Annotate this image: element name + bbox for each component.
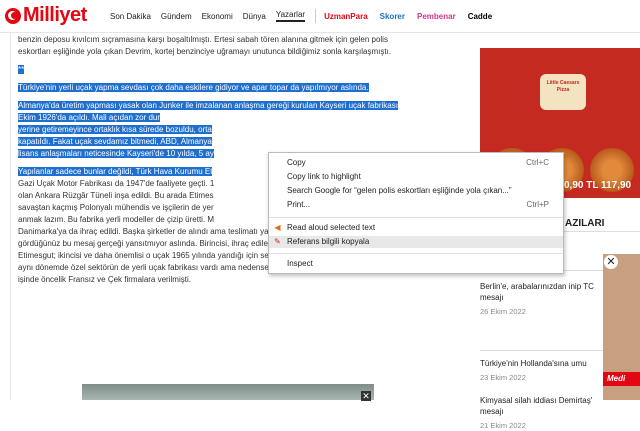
menu-item-print[interactable]: Print... Ctrl+P — [269, 199, 563, 211]
nav-ekonomi[interactable]: Ekonomi — [202, 12, 233, 21]
logo-text: Milliyet — [23, 4, 87, 26]
news-title[interactable]: Berlin'e, arabalarınızdan inip TC mesajı — [480, 281, 610, 303]
menu-item-label: Inspect — [287, 259, 313, 268]
nav-uzmanpara[interactable]: UzmanPara — [324, 12, 368, 21]
main-nav: Son Dakika Gündem Ekonomi Dünya Yazarlar… — [110, 0, 504, 32]
menu-item-label: Search Google for “gelen polis eskortlar… — [287, 186, 512, 195]
menu-item-referans-kopyala[interactable]: ✎ Referans bilgili kopyala — [269, 236, 563, 248]
nav-yazarlar[interactable]: Yazarlar — [275, 10, 306, 22]
news-title[interactable]: Kimyasal silah iddiası Demirtaş' mesajı — [480, 395, 610, 417]
pen-icon: ✎ — [274, 237, 281, 246]
news-date: 23 Ekim 2022 — [480, 373, 526, 382]
article-paragraph: Türkiye'nin yerli uçak yapma sevdası çok… — [18, 82, 406, 94]
paragraph-text: savaştan kaçmış Polonyalı mühendis ve iş… — [18, 203, 214, 212]
floating-video-ad[interactable]: Medi — [603, 254, 640, 400]
selected-text: Yapılanlar sadece bunlar değildi, Türk H… — [18, 167, 213, 176]
ad-price-strip: 0,90 TL 117,90 — [564, 180, 632, 191]
nav-gundem[interactable]: Gündem — [161, 12, 192, 21]
paragraph-text: Gazi Uçak Motor Fabrikası da 1947'de faa… — [18, 179, 215, 188]
article-paragraph: Almanya'da üretim yapması yasak olan Jun… — [18, 100, 406, 160]
selected-text: kapatıldı. Fakat uçak sevdamız bitmedi, … — [18, 137, 212, 146]
selected-text: ** — [18, 65, 25, 74]
menu-item-label: Copy — [287, 158, 306, 167]
selected-text: lisans anlaşmaları neticesinde Kayseri'd… — [18, 149, 214, 158]
paragraph-text: anmak lazım. Bu fabrika yerli modeller d… — [18, 215, 215, 224]
top-navigation-bar: Milliyet Son Dakika Gündem Ekonomi Dünya… — [0, 0, 640, 33]
menu-item-label: Read aloud selected text — [287, 223, 376, 232]
menu-item-copy-link-to-highlight[interactable]: Copy link to highlight — [269, 171, 563, 183]
nav-skorer[interactable]: Skorer — [380, 12, 405, 21]
news-divider — [480, 350, 610, 351]
video-ad-brand: Medi — [603, 372, 640, 386]
news-item[interactable]: Türkiye'nin Hollanda'sına umu 23 Ekim 20… — [480, 358, 610, 383]
flag-icon — [5, 7, 21, 24]
video-close-button[interactable]: ✕ — [604, 255, 618, 269]
news-item[interactable]: Berlin'e, arabalarınızdan inip TC mesajı… — [480, 281, 610, 317]
menu-item-label: Print... — [287, 200, 311, 209]
inline-ad-image[interactable] — [82, 384, 374, 400]
menu-separator — [269, 217, 563, 218]
selected-text: yerine getiremeyince ortaklık kısa süred… — [18, 125, 212, 134]
news-date: 21 Ekim 2022 — [480, 421, 526, 430]
menu-item-copy[interactable]: Copy Ctrl+C — [269, 157, 563, 169]
pizza-logo: Little Caesars Pizza — [540, 74, 586, 110]
context-menu: Copy Ctrl+C Copy link to highlight Searc… — [268, 152, 564, 274]
article-paragraph: benzin deposu kıvılcım sıçramasına karşı… — [18, 34, 406, 58]
nav-pembenar[interactable]: Pembenar — [417, 12, 456, 21]
menu-item-shortcut: Ctrl+P — [526, 200, 549, 209]
nav-cadde[interactable]: Cadde — [468, 12, 492, 21]
menu-item-label: Copy link to highlight — [287, 172, 361, 181]
menu-item-inspect[interactable]: Inspect — [269, 258, 563, 270]
menu-item-label: Referans bilgili kopyala — [287, 237, 370, 246]
paragraph-text: benzin deposu kıvılcım sıçramasına karşı… — [18, 35, 392, 56]
menu-item-read-aloud[interactable]: ◀ Read aloud selected text — [269, 222, 563, 234]
nav-divider — [315, 9, 317, 23]
menu-item-search-google[interactable]: Search Google for “gelen polis eskortlar… — [269, 185, 563, 197]
news-title[interactable]: Türkiye'nin Hollanda'sına umu — [480, 358, 610, 369]
news-date: 26 Ekim 2022 — [480, 307, 526, 316]
paragraph-text: olan Ankara Rüzgâr Tüneli inşa edildi. B… — [18, 191, 214, 200]
nav-dunya[interactable]: Dünya — [243, 12, 266, 21]
left-gutter-line — [10, 32, 11, 400]
selected-text: Almanya'da üretim yapması yasak olan Jun… — [18, 101, 398, 122]
menu-item-shortcut: Ctrl+C — [526, 158, 549, 167]
nav-son-dakika[interactable]: Son Dakika — [110, 12, 151, 21]
news-item[interactable]: Kimyasal silah iddiası Demirtaş' mesajı … — [480, 395, 610, 431]
rail-section-title: AZILARI — [565, 218, 605, 229]
selected-text: Türkiye'nin yerli uçak yapma sevdası çok… — [18, 83, 369, 92]
speaker-icon: ◀ — [274, 223, 281, 232]
menu-separator — [269, 253, 563, 254]
article-paragraph: ** — [18, 64, 406, 76]
milliyet-logo[interactable]: Milliyet — [5, 4, 87, 27]
